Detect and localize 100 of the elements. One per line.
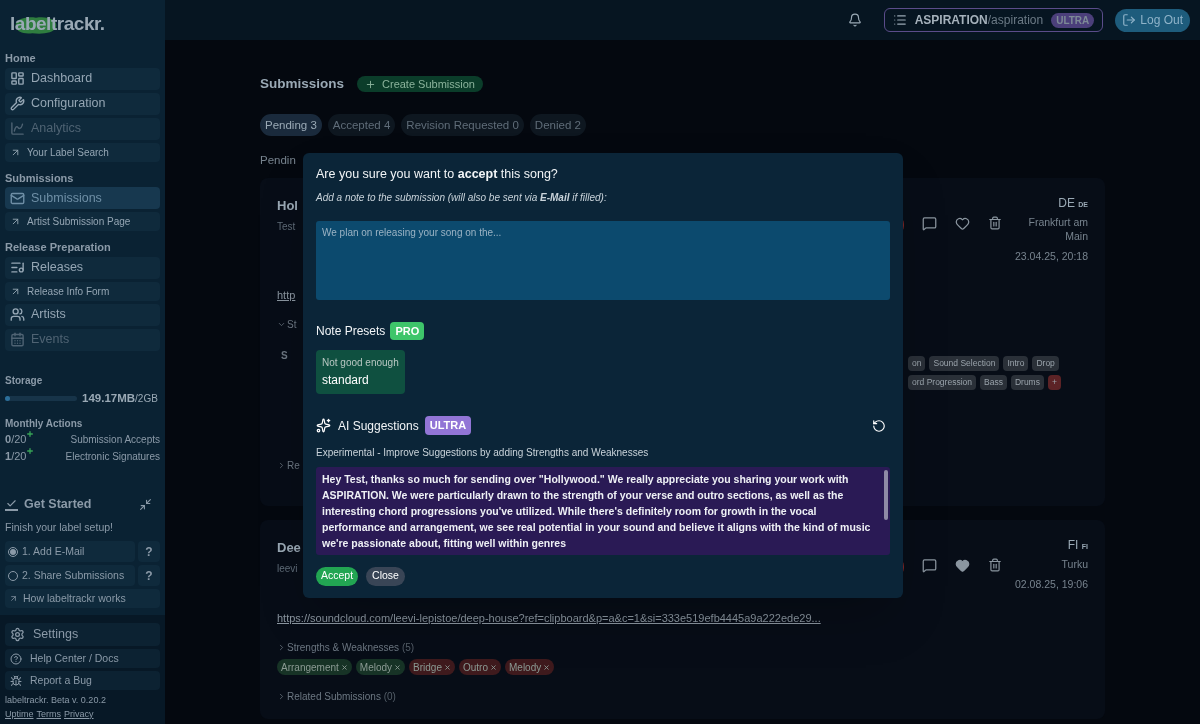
pro-badge: PRO bbox=[390, 321, 425, 341]
page-title: Submissions bbox=[260, 75, 345, 93]
organization-button[interactable]: ASPIRATION/aspiration ULTRA bbox=[883, 8, 1104, 32]
remove-icon[interactable] bbox=[490, 663, 497, 671]
add-icon bbox=[26, 430, 35, 438]
tag-chip: Bridge bbox=[409, 659, 455, 675]
monthly-title: Monthly Actions bbox=[5, 416, 84, 431]
tag-chip: Intro bbox=[1003, 356, 1029, 371]
help-button[interactable]: ? bbox=[138, 565, 160, 587]
ai-hint: Experimental - Improve Suggestions by adding Strengths and Weaknesses bbox=[316, 445, 650, 460]
remove-icon[interactable] bbox=[543, 663, 551, 671]
section-title: Submissions bbox=[5, 170, 75, 186]
help-button[interactable]: ? bbox=[138, 541, 160, 563]
get-started-subtitle: Finish your label setup! bbox=[5, 519, 114, 535]
tag-chip: + bbox=[1047, 374, 1061, 390]
tag-chip: Melody bbox=[505, 659, 555, 675]
sparkle-icon bbox=[316, 418, 331, 433]
sidebar-item[interactable]: Settings bbox=[5, 623, 160, 646]
section-title: Home bbox=[5, 51, 37, 66]
city: Turku bbox=[1060, 556, 1088, 571]
sidebar-item[interactable]: Submissions bbox=[5, 187, 160, 209]
sidebar-item[interactable]: Release Info Form bbox=[5, 281, 160, 301]
tag-chip: Sound Selection bbox=[929, 356, 1000, 371]
section-toggle[interactable]: Related Submissions (0) bbox=[277, 689, 396, 704]
remove-icon[interactable] bbox=[394, 663, 402, 671]
logout-icon bbox=[1122, 13, 1137, 27]
comment-icon[interactable] bbox=[922, 557, 937, 573]
comment-icon[interactable] bbox=[922, 215, 937, 231]
dialog-question: Are you sure you want to accept this song? bbox=[316, 166, 559, 183]
tag-chip: ord Progression bbox=[908, 374, 976, 390]
how-it-works-link[interactable]: How labeltrackr works bbox=[5, 589, 160, 609]
add-icon bbox=[26, 447, 35, 455]
footer-link[interactable]: Uptime bbox=[5, 707, 34, 721]
accept-button[interactable]: Accept bbox=[316, 566, 359, 586]
sidebar-item[interactable]: Dashboard bbox=[5, 67, 160, 90]
nav-icon bbox=[10, 307, 25, 322]
refresh-icon[interactable] bbox=[872, 418, 886, 433]
nav-icon bbox=[10, 190, 25, 206]
get-started-title: Get Started bbox=[24, 495, 92, 513]
tag-chip: Drums bbox=[1010, 374, 1044, 390]
create-submission-button[interactable]: Create Submission bbox=[357, 76, 483, 93]
ultra-badge: ULTRA bbox=[424, 416, 472, 435]
list-icon bbox=[892, 13, 907, 27]
bug-icon bbox=[10, 674, 22, 687]
collapse-icon[interactable] bbox=[139, 497, 152, 511]
arrow-icon bbox=[9, 594, 18, 604]
version-text: labeltrackr. Beta v. 0.20.2 bbox=[5, 694, 107, 707]
plus-icon bbox=[365, 78, 377, 90]
chevron-icon bbox=[277, 460, 286, 470]
status-tab[interactable]: Accepted 4 bbox=[327, 114, 396, 137]
section-toggle[interactable]: Strengths & Weaknesses (5) bbox=[277, 640, 415, 655]
chevron-icon bbox=[277, 692, 286, 701]
action-count: 1/20 bbox=[5, 449, 27, 464]
settings-icon bbox=[10, 627, 25, 642]
heart-icon[interactable] bbox=[955, 215, 970, 231]
sidebar-item[interactable]: Releases bbox=[5, 256, 160, 279]
logout-button[interactable]: Log Out bbox=[1115, 8, 1190, 32]
heart-icon[interactable] bbox=[955, 557, 970, 573]
help-icon bbox=[10, 652, 22, 665]
ai-title: AI Suggestions bbox=[338, 417, 419, 435]
section-toggle[interactable]: Re bbox=[277, 457, 300, 473]
status-tab[interactable]: Revision Requested 0 bbox=[401, 114, 524, 137]
tag-chip: Arrangement bbox=[277, 659, 352, 675]
sidebar-item[interactable]: Artists bbox=[5, 303, 160, 326]
sidebar-item[interactable]: Report a Bug bbox=[5, 671, 160, 690]
close-button[interactable]: Close bbox=[366, 566, 405, 586]
setup-step[interactable]: 2. Share Submissions bbox=[5, 565, 135, 587]
delete-icon[interactable] bbox=[988, 557, 1002, 572]
nav-icon bbox=[10, 121, 25, 136]
subsection-label: S bbox=[281, 349, 288, 363]
tag-chip: Outro bbox=[458, 659, 501, 675]
preset-card[interactable]: Not good enough standard bbox=[316, 350, 405, 395]
status-tab[interactable]: Denied 2 bbox=[529, 114, 586, 137]
footer-link[interactable]: Terms bbox=[36, 707, 61, 721]
section-toggle[interactable]: St bbox=[277, 317, 297, 332]
tag-chip: Bass bbox=[980, 374, 1007, 390]
delete-icon[interactable] bbox=[988, 215, 1002, 230]
scrollbar bbox=[884, 469, 888, 520]
arrow-icon bbox=[10, 216, 21, 227]
sidebar-item[interactable]: Your Label Search bbox=[5, 142, 160, 162]
setup-step[interactable]: 1. Add E-Mail bbox=[5, 541, 135, 563]
plan-badge: ULTRA bbox=[1051, 12, 1095, 28]
organization-name: ASPIRATION/aspiration bbox=[914, 12, 1044, 29]
submission-link[interactable]: https://soundcloud.com/leevi-lepistoe/deep-house?ref=clipboard&p=a&c=1&si=333e519efb4445a9a222ede29... bbox=[277, 609, 1088, 626]
dialog-hint: Add a note to the submission (will also be sent via E-Mail if filled): bbox=[316, 190, 608, 205]
footer-link[interactable]: Privacy bbox=[64, 707, 94, 721]
note-field[interactable]: We plan on releasing your song on the... bbox=[316, 220, 890, 300]
storage-reading: 149.17MB/2GB bbox=[82, 390, 158, 406]
sidebar-item[interactable]: Artist Submission Page bbox=[5, 212, 160, 231]
remove-icon[interactable] bbox=[443, 663, 451, 671]
notification-icon[interactable] bbox=[847, 13, 862, 27]
preset-type: standard bbox=[322, 372, 370, 390]
sidebar-item[interactable]: Configuration bbox=[5, 92, 160, 115]
remove-icon[interactable] bbox=[340, 663, 348, 671]
status-tab[interactable]: Pending 3 bbox=[260, 114, 322, 137]
sidebar-item[interactable]: Help Center / Docs bbox=[5, 649, 160, 668]
action-count: 0/20 bbox=[5, 432, 27, 447]
submission-title: Dee bbox=[277, 538, 301, 557]
submission-title: Hol bbox=[277, 196, 298, 215]
nav-icon bbox=[10, 260, 25, 275]
